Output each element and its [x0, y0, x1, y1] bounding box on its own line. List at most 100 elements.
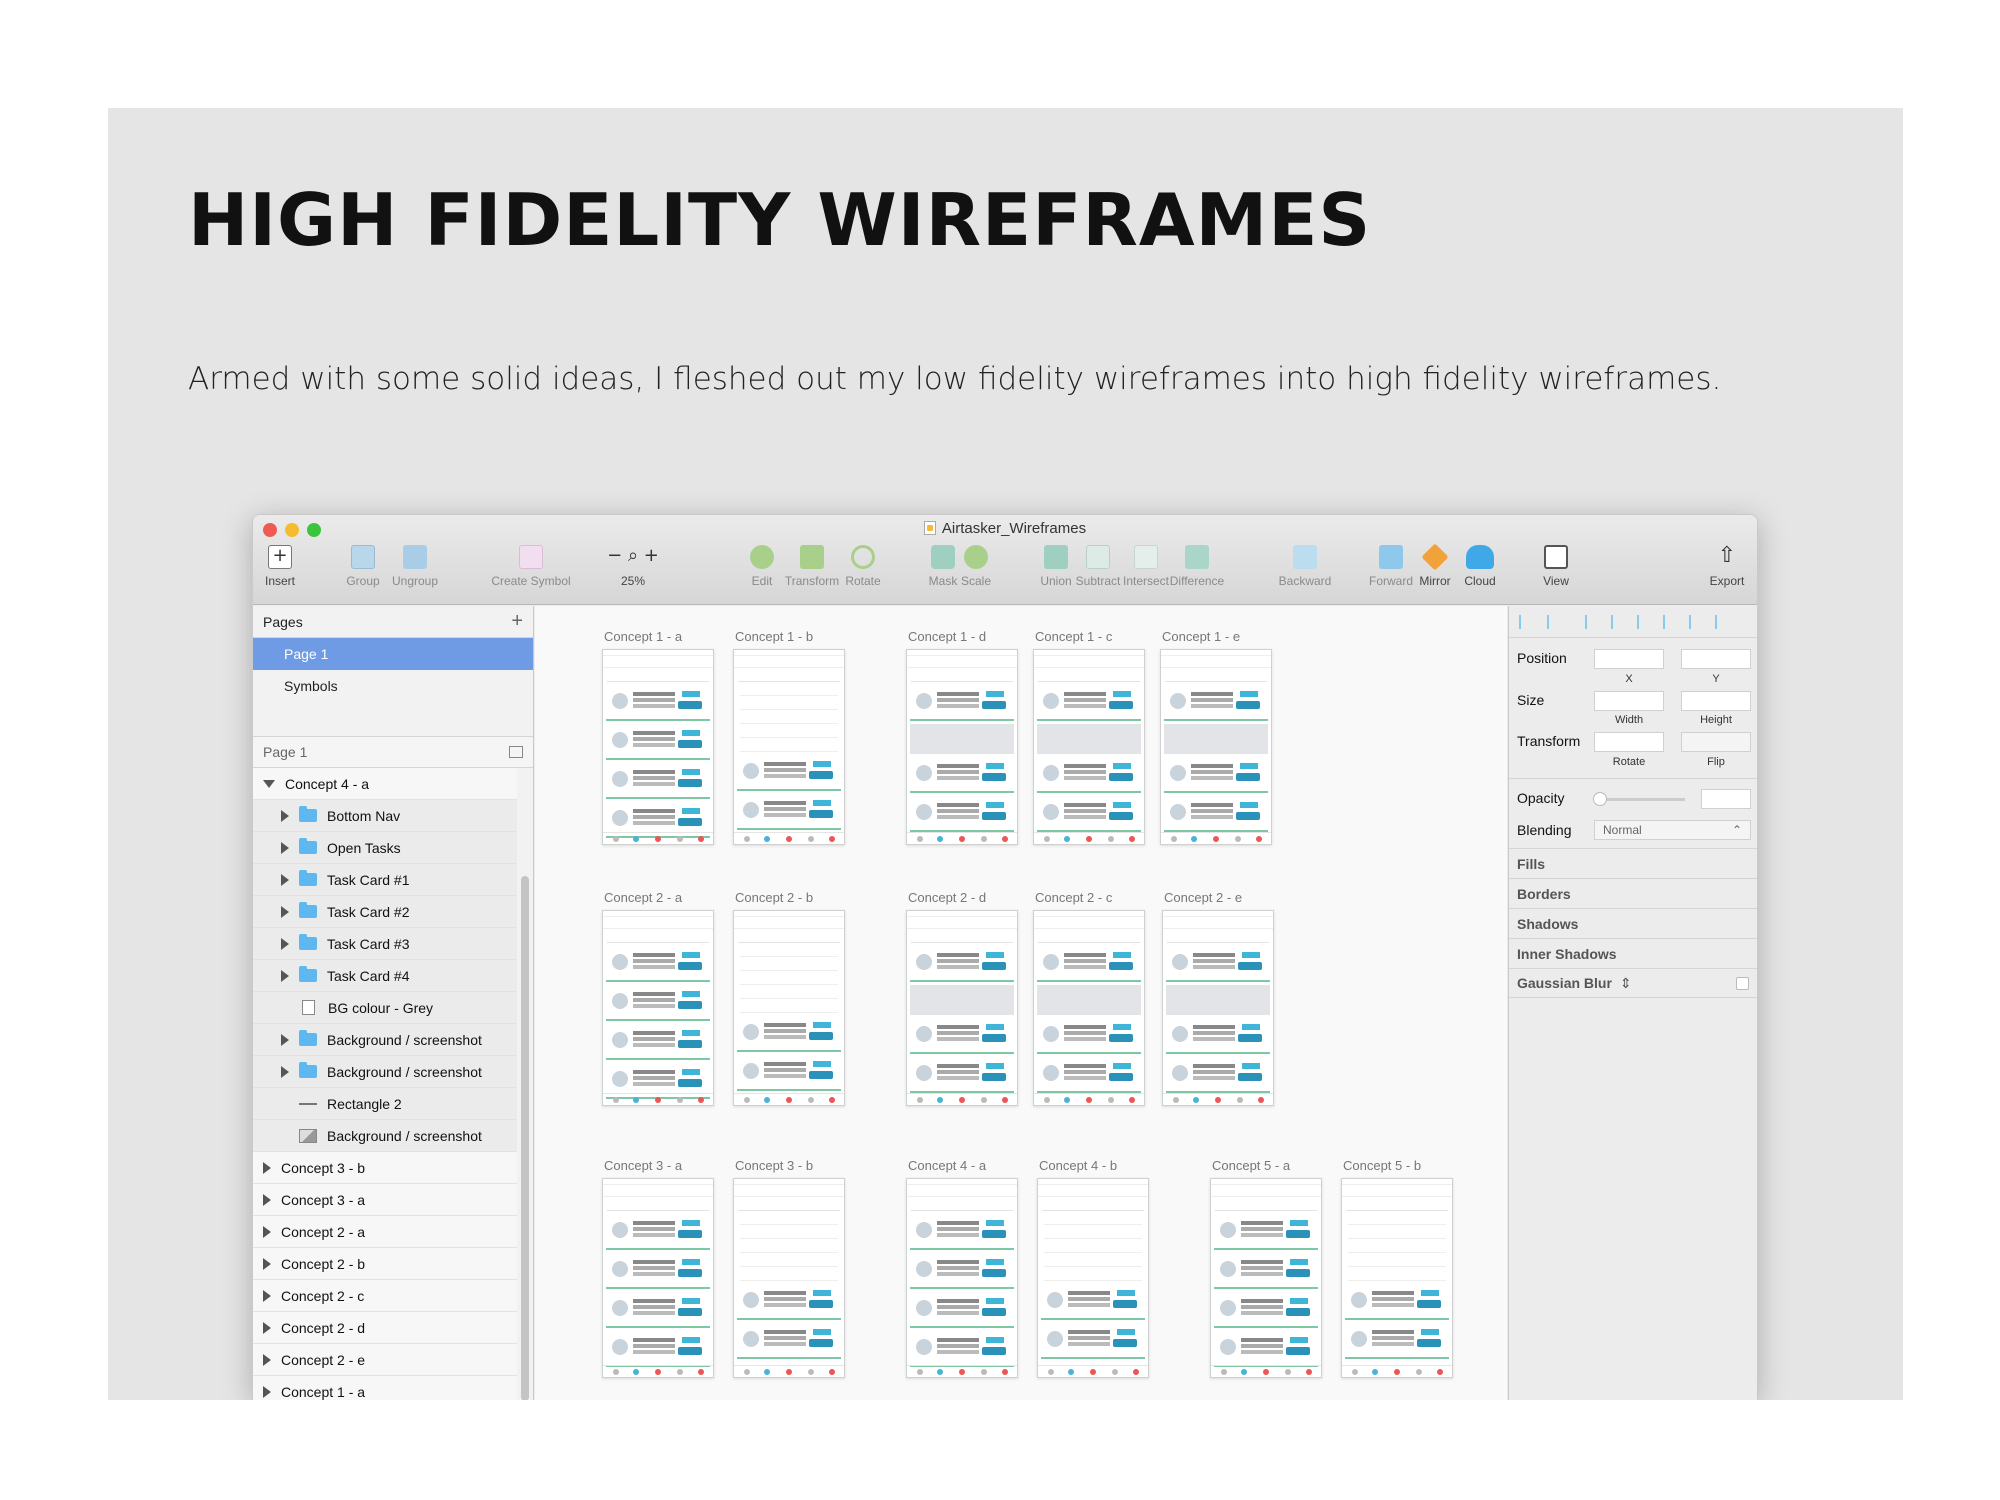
artboard-canvas[interactable]: Concept 1 - a Concept 1 - b Concept 1 - d C…	[535, 606, 1507, 1400]
ungroup-button[interactable]: Ungroup	[375, 545, 455, 588]
disclosure-triangle-icon[interactable]	[281, 809, 289, 822]
disclosure-triangle-icon[interactable]	[263, 1353, 271, 1366]
artboard-label[interactable]: Concept 2 - e	[1164, 890, 1242, 905]
align-top-icon[interactable]	[1663, 615, 1677, 629]
difference-button[interactable]: Difference	[1157, 545, 1237, 588]
zoom-out-button[interactable]: −	[607, 545, 622, 566]
artboard-label[interactable]: Concept 5 - b	[1343, 1158, 1421, 1173]
distribute-vertical-icon[interactable]	[1547, 615, 1561, 629]
artboard[interactable]	[906, 649, 1018, 845]
cloud-button[interactable]: Cloud	[1440, 545, 1520, 588]
artboard-label[interactable]: Concept 4 - b	[1039, 1158, 1117, 1173]
layer-item[interactable]: BG colour - Grey	[253, 992, 517, 1024]
disclosure-triangle-icon[interactable]	[263, 1225, 271, 1238]
artboard[interactable]	[733, 910, 845, 1106]
disclosure-triangle-icon[interactable]	[281, 873, 289, 886]
artboard-label[interactable]: Concept 1 - a	[604, 629, 682, 644]
layer-item[interactable]: Rectangle 2	[253, 1088, 517, 1120]
artboard[interactable]	[1162, 910, 1274, 1106]
artboard-label[interactable]: Concept 3 - b	[735, 1158, 813, 1173]
shadows-section[interactable]: Shadows	[1509, 908, 1757, 938]
artboard-label[interactable]: Concept 3 - a	[604, 1158, 682, 1173]
flip-buttons[interactable]	[1681, 732, 1751, 752]
rotate-button[interactable]: Rotate	[823, 545, 903, 588]
layer-item[interactable]: Background / screenshot	[253, 1120, 517, 1152]
gaussian-blur-checkbox[interactable]	[1736, 977, 1749, 990]
zoom-control[interactable]: − ⌕ + 25%	[593, 545, 673, 588]
layer-group[interactable]: Concept 2 - b	[253, 1248, 517, 1280]
layer-group[interactable]: Concept 2 - e	[253, 1344, 517, 1376]
disclosure-triangle-icon[interactable]	[281, 1033, 289, 1046]
add-page-button[interactable]: +	[511, 610, 523, 633]
collapse-layers-icon[interactable]	[509, 746, 523, 758]
rotate-field[interactable]	[1594, 732, 1664, 752]
page-item-symbols[interactable]: Symbols	[253, 670, 533, 702]
layer-group[interactable]: Concept 2 - d	[253, 1312, 517, 1344]
artboard-label[interactable]: Concept 1 - b	[735, 629, 813, 644]
x-field[interactable]	[1594, 649, 1664, 669]
layers-scrollbar[interactable]	[521, 876, 529, 1400]
insert-button[interactable]: + Insert	[253, 545, 320, 588]
disclosure-triangle-icon[interactable]	[281, 969, 289, 982]
artboard-label[interactable]: Concept 1 - d	[908, 629, 986, 644]
disclosure-triangle-icon[interactable]	[281, 905, 289, 918]
blending-select[interactable]: Normal ⌃	[1594, 820, 1751, 840]
layer-item[interactable]: Task Card #4	[253, 960, 517, 992]
layer-item[interactable]: Task Card #2	[253, 896, 517, 928]
artboard[interactable]	[733, 1178, 845, 1378]
align-center-icon[interactable]	[1611, 615, 1625, 629]
align-bottom-icon[interactable]	[1715, 615, 1729, 629]
create-symbol-button[interactable]: Create Symbol	[491, 545, 571, 588]
artboard[interactable]	[1033, 910, 1145, 1106]
layer-group[interactable]: Concept 1 - a	[253, 1376, 517, 1400]
artboard-label[interactable]: Concept 2 - c	[1035, 890, 1112, 905]
width-field[interactable]	[1594, 691, 1664, 711]
artboard-label[interactable]: Concept 2 - a	[604, 890, 682, 905]
height-field[interactable]	[1681, 691, 1751, 711]
artboard[interactable]	[1210, 1178, 1322, 1378]
opacity-field[interactable]	[1701, 789, 1751, 809]
disclosure-triangle-icon[interactable]	[263, 1385, 271, 1398]
align-right-icon[interactable]	[1637, 615, 1651, 629]
export-button[interactable]: ⇧ Export	[1687, 545, 1757, 589]
zoom-in-button[interactable]: +	[644, 545, 659, 566]
gaussian-blur-section[interactable]: Gaussian Blur ⇕	[1509, 968, 1757, 998]
layer-group[interactable]: Concept 3 - a	[253, 1184, 517, 1216]
artboard-label[interactable]: Concept 1 - c	[1035, 629, 1112, 644]
artboard[interactable]	[733, 649, 845, 845]
artboard[interactable]	[1037, 1178, 1149, 1378]
layer-item[interactable]: Task Card #3	[253, 928, 517, 960]
layer-item[interactable]: Task Card #1	[253, 864, 517, 896]
layer-group[interactable]: Concept 2 - c	[253, 1280, 517, 1312]
align-left-icon[interactable]	[1585, 615, 1599, 629]
inner-shadows-section[interactable]: Inner Shadows	[1509, 938, 1757, 968]
artboard[interactable]	[906, 1178, 1018, 1378]
scale-button[interactable]: Scale	[936, 545, 1016, 588]
layer-group[interactable]: Concept 3 - b	[253, 1152, 517, 1184]
disclosure-triangle-icon[interactable]	[263, 779, 275, 788]
artboard-label[interactable]: Concept 4 - a	[908, 1158, 986, 1173]
disclosure-triangle-icon[interactable]	[263, 1289, 271, 1302]
artboard-label[interactable]: Concept 2 - b	[735, 890, 813, 905]
page-item-page-1[interactable]: Page 1	[253, 638, 533, 670]
fills-section[interactable]: Fills	[1509, 848, 1757, 878]
artboard-label[interactable]: Concept 2 - d	[908, 890, 986, 905]
artboard[interactable]	[602, 649, 714, 845]
artboard-label[interactable]: Concept 5 - a	[1212, 1158, 1290, 1173]
disclosure-triangle-icon[interactable]	[281, 841, 289, 854]
disclosure-triangle-icon[interactable]	[263, 1161, 271, 1174]
disclosure-triangle-icon[interactable]	[263, 1193, 271, 1206]
layer-item[interactable]: Bottom Nav	[253, 800, 517, 832]
layer-item[interactable]: Open Tasks	[253, 832, 517, 864]
artboard[interactable]	[602, 1178, 714, 1378]
opacity-slider-knob[interactable]	[1593, 792, 1607, 806]
artboard[interactable]	[1160, 649, 1272, 845]
disclosure-triangle-icon[interactable]	[281, 1065, 289, 1078]
disclosure-triangle-icon[interactable]	[281, 937, 289, 950]
align-middle-icon[interactable]	[1689, 615, 1703, 629]
disclosure-triangle-icon[interactable]	[263, 1257, 271, 1270]
y-field[interactable]	[1681, 649, 1751, 669]
backward-button[interactable]: Backward	[1265, 545, 1345, 588]
artboard[interactable]	[1033, 649, 1145, 845]
layer-item[interactable]: Background / screenshot	[253, 1056, 517, 1088]
